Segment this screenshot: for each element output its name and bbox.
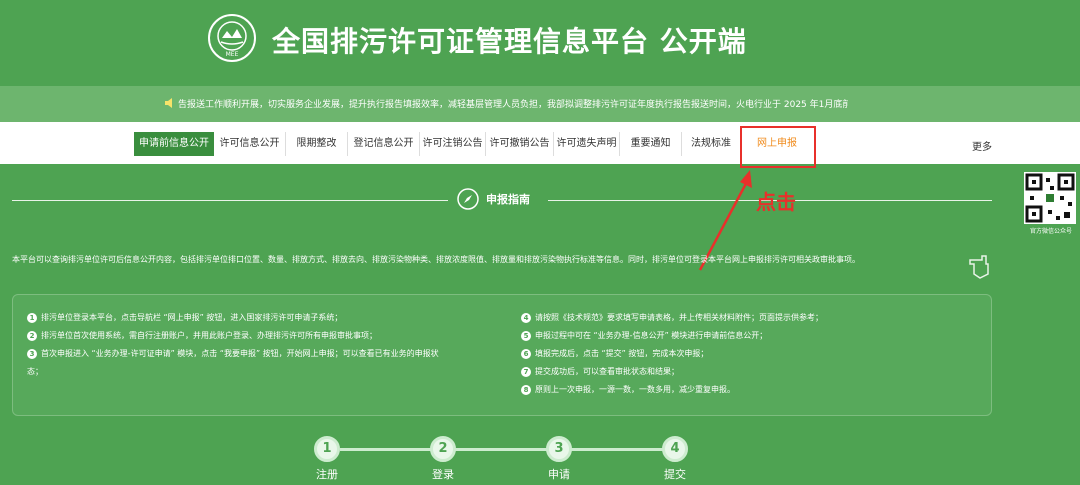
- more-link[interactable]: 更多: [972, 138, 992, 153]
- speaker-icon: [165, 98, 172, 108]
- step-text: 首次申报进入 “业务办理-许可证申请” 模块，点击 “我要申报” 按钮，开始网上…: [41, 349, 439, 358]
- guide-step: 6 填报完成后，点击 “提交” 按钮，完成本次申报；: [521, 347, 708, 361]
- guide-step: 8 原则上一次申报，一源一数，一数多用，减少重复申报。: [521, 383, 735, 397]
- notice-bar: 告报送工作顺利开展，切实服务企业发展，提升执行报告填报效率，减轻基层管理人员负担…: [0, 86, 1080, 122]
- guide-step: 1 排污单位登录本平台，点击导航栏 “网上申报” 按钮，进入国家排污许可申请子系统…: [27, 311, 342, 325]
- step-number: 8: [521, 384, 531, 395]
- step-text: 排污单位首次使用系统，需自行注册账户，并用此账户登录、办理排污许可所有申报审批事…: [41, 331, 377, 340]
- tab-permit-disclosure[interactable]: 许可信息公开: [214, 132, 286, 156]
- step-number: 5: [521, 330, 531, 341]
- progress-step-label: 注册: [316, 468, 338, 481]
- progress-step-label: 提交: [664, 468, 686, 481]
- progress-step-circle: 4: [662, 436, 688, 462]
- pointing-hand-icon: [969, 255, 989, 279]
- mee-emblem-icon[interactable]: MEE: [208, 14, 256, 62]
- guide-step-continuation: 态；: [27, 365, 43, 379]
- progress-step-label: 申请: [548, 468, 570, 481]
- guide-step: 5 申报过程中可在 “业务办理-信息公开” 模块进行申请前信息公开；: [521, 329, 767, 343]
- step-number: 3: [27, 348, 37, 359]
- qr-caption: 官方微信公众号: [1029, 228, 1072, 235]
- step-text: 排污单位登录本平台，点击导航栏 “网上申报” 按钮，进入国家排污许可申请子系统；: [41, 313, 343, 322]
- guide-step: 3 首次申报进入 “业务办理-许可证申请” 模块，点击 “我要申报” 按钮，开始网…: [27, 347, 439, 361]
- progress-step-circle: 1: [314, 436, 340, 462]
- guide-step: 7 提交成功后，可以查看审批状态和结果；: [521, 365, 679, 379]
- guide-step: 2 排污单位首次使用系统，需自行注册账户，并用此账户登录、办理排污许可所有申报审批…: [27, 329, 377, 343]
- step-text: 原则上一次申报，一源一数，一数多用，减少重复申报。: [535, 385, 735, 394]
- step-number: 1: [27, 312, 37, 323]
- tab-revocation-notice[interactable]: 许可撤销公告: [486, 132, 554, 156]
- tab-important-notice[interactable]: 重要通知: [620, 132, 682, 156]
- step-text: 填报完成后，点击 “提交” 按钮，完成本次申报；: [535, 349, 709, 358]
- qr-code[interactable]: [1024, 172, 1076, 224]
- guide-steps-box: 1 排污单位登录本平台，点击导航栏 “网上申报” 按钮，进入国家排污许可申请子系统…: [12, 294, 992, 416]
- tab-cancellation-notice[interactable]: 许可注销公告: [420, 132, 486, 156]
- notice-text[interactable]: 告报送工作顺利开展，切实服务企业发展，提升执行报告填报效率，减轻基层管理人员负担…: [178, 97, 848, 110]
- guide-intro-text: 本平台可以查询排污单位许可后信息公开内容，包括排污单位排口位置、数量、排放方式、…: [12, 255, 860, 264]
- tab-pre-application-disclosure[interactable]: 申请前信息公开: [134, 132, 214, 156]
- step-text: 态；: [27, 367, 43, 376]
- progress-line: [340, 448, 670, 451]
- progress-step-circle: 2: [430, 436, 456, 462]
- header: MEE 全国排污许可证管理信息平台 公开端: [0, 0, 1080, 86]
- progress-step-circle: 3: [546, 436, 572, 462]
- guide-title: 申报指南: [486, 193, 530, 206]
- progress-step-label: 登录: [432, 468, 454, 481]
- tab-registration-disclosure[interactable]: 登记信息公开: [348, 132, 420, 156]
- step-text: 提交成功后，可以查看审批状态和结果；: [535, 367, 679, 376]
- tab-regulations-standards[interactable]: 法规标准: [682, 132, 740, 156]
- step-text: 申报过程中可在 “业务办理-信息公开” 模块进行申请前信息公开；: [535, 331, 768, 340]
- main-navbar: 申请前信息公开 许可信息公开 限期整改 登记信息公开 许可注销公告 许可撤销公告…: [0, 122, 1080, 164]
- step-number: 7: [521, 366, 531, 377]
- tab-loss-statement[interactable]: 许可遗失声明: [554, 132, 620, 156]
- step-text: 请按照《技术规范》要求填写申请表格，并上传相关材料附件；页面提示供参考；: [535, 313, 823, 322]
- step-number: 2: [27, 330, 37, 341]
- site-title: 全国排污许可证管理信息平台 公开端: [272, 25, 747, 58]
- svg-text:MEE: MEE: [226, 51, 239, 58]
- compass-icon: [457, 188, 479, 210]
- divider-left: [12, 200, 448, 201]
- step-number: 6: [521, 348, 531, 359]
- step-number: 4: [521, 312, 531, 323]
- guide-step: 4 请按照《技术规范》要求填写申请表格，并上传相关材料附件；页面提示供参考；: [521, 311, 823, 325]
- tab-rectification[interactable]: 限期整改: [286, 132, 348, 156]
- annotation-click-label: 点击: [756, 190, 796, 214]
- highlight-box: [740, 126, 816, 168]
